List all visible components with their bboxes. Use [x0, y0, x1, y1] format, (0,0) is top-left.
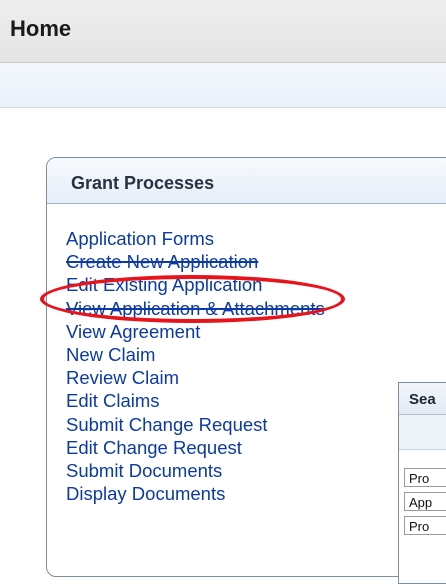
search-field-2[interactable]: App — [404, 492, 446, 511]
link-view-application-attachments[interactable]: View Application & Attachments — [66, 297, 325, 320]
link-edit-claims[interactable]: Edit Claims — [66, 389, 325, 412]
grant-processes-links: Application Forms Create New Application… — [66, 227, 325, 505]
grant-processes-panel: Grant Processes Application Forms Create… — [46, 157, 446, 577]
search-field-3[interactable]: Pro — [404, 516, 446, 535]
sub-bar — [0, 63, 446, 108]
grant-processes-title: Grant Processes — [47, 158, 446, 204]
search-panel-title: Sea — [399, 383, 446, 415]
link-edit-existing-application[interactable]: Edit Existing Application — [66, 273, 325, 296]
link-submit-change-request[interactable]: Submit Change Request — [66, 413, 325, 436]
link-new-claim[interactable]: New Claim — [66, 343, 325, 366]
top-bar: Home — [0, 0, 446, 63]
search-panel-subheader — [399, 415, 446, 450]
link-application-forms[interactable]: Application Forms — [66, 227, 325, 250]
link-edit-change-request[interactable]: Edit Change Request — [66, 436, 325, 459]
link-display-documents[interactable]: Display Documents — [66, 482, 325, 505]
link-review-claim[interactable]: Review Claim — [66, 366, 325, 389]
link-view-agreement[interactable]: View Agreement — [66, 320, 325, 343]
link-submit-documents[interactable]: Submit Documents — [66, 459, 325, 482]
search-field-1[interactable]: Pro — [404, 468, 446, 487]
page-title: Home — [10, 16, 72, 41]
link-create-new-application[interactable]: Create New Application — [66, 250, 325, 273]
search-panel: Sea Pro App Pro — [398, 382, 446, 584]
